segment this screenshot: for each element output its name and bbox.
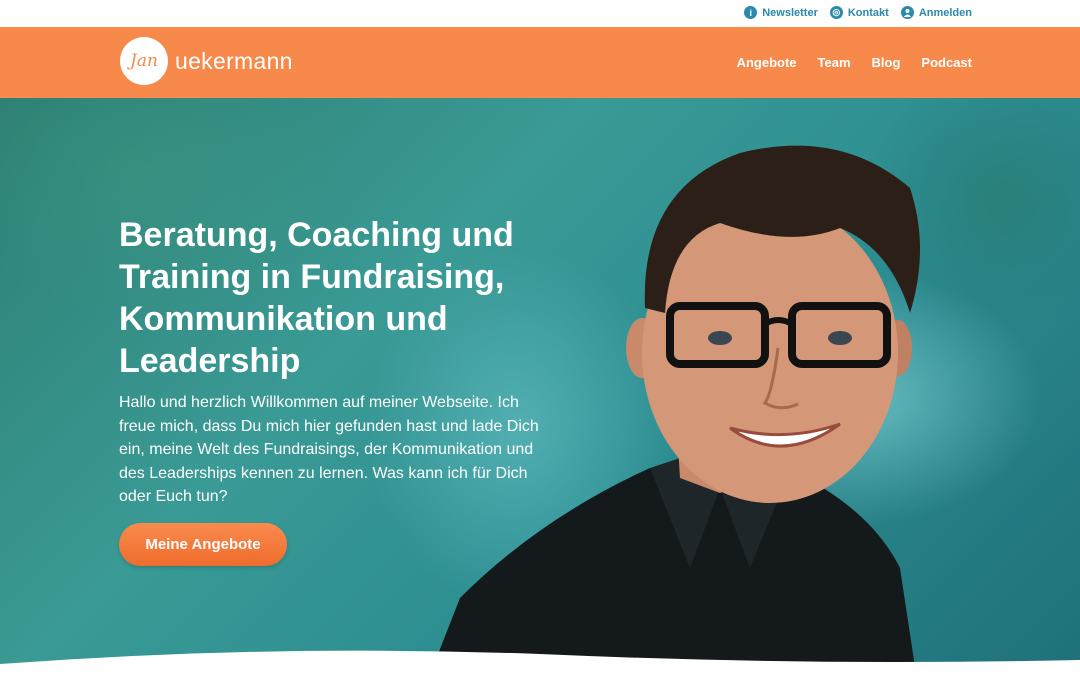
globe-icon: ◎ bbox=[829, 6, 843, 19]
newsletter-label: Newsletter bbox=[762, 6, 818, 19]
logo-mark: Jan bbox=[120, 37, 168, 85]
logo[interactable]: Jan uekermann bbox=[120, 37, 293, 85]
nav-item-angebote[interactable]: Angebote bbox=[737, 55, 797, 70]
anmelden-label: Anmelden bbox=[918, 6, 972, 19]
user-icon bbox=[900, 6, 914, 19]
nav-item-podcast[interactable]: Podcast bbox=[921, 55, 972, 70]
hero-title: Beratung, Coaching und Training in Fundr… bbox=[119, 216, 514, 380]
nav-item-team[interactable]: Team bbox=[818, 55, 851, 70]
main-nav: Angebote Team Blog Podcast bbox=[737, 55, 972, 70]
wave-divider bbox=[0, 650, 1080, 700]
hero-text: Beratung, Coaching und Training in Fundr… bbox=[119, 214, 539, 509]
hero-section: Beratung, Coaching und Training in Fundr… bbox=[0, 98, 1080, 700]
hero-body: Hallo und herzlich Willkommen auf meiner… bbox=[119, 394, 539, 505]
logo-text: uekermann bbox=[175, 47, 293, 74]
top-bar: i Newsletter ◎ Kontakt Anmelden bbox=[0, 0, 1080, 27]
anmelden-link[interactable]: Anmelden bbox=[900, 6, 972, 19]
info-icon: i bbox=[744, 6, 758, 19]
top-links: i Newsletter ◎ Kontakt Anmelden bbox=[744, 6, 972, 19]
kontakt-link[interactable]: ◎ Kontakt bbox=[829, 6, 889, 19]
meine-angebote-button[interactable]: Meine Angebote bbox=[119, 523, 287, 566]
kontakt-label: Kontakt bbox=[847, 6, 889, 19]
newsletter-link[interactable]: i Newsletter bbox=[744, 6, 818, 19]
nav-item-blog[interactable]: Blog bbox=[872, 55, 901, 70]
site-header: Jan uekermann Angebote Team Blog Podcast bbox=[0, 27, 1080, 98]
